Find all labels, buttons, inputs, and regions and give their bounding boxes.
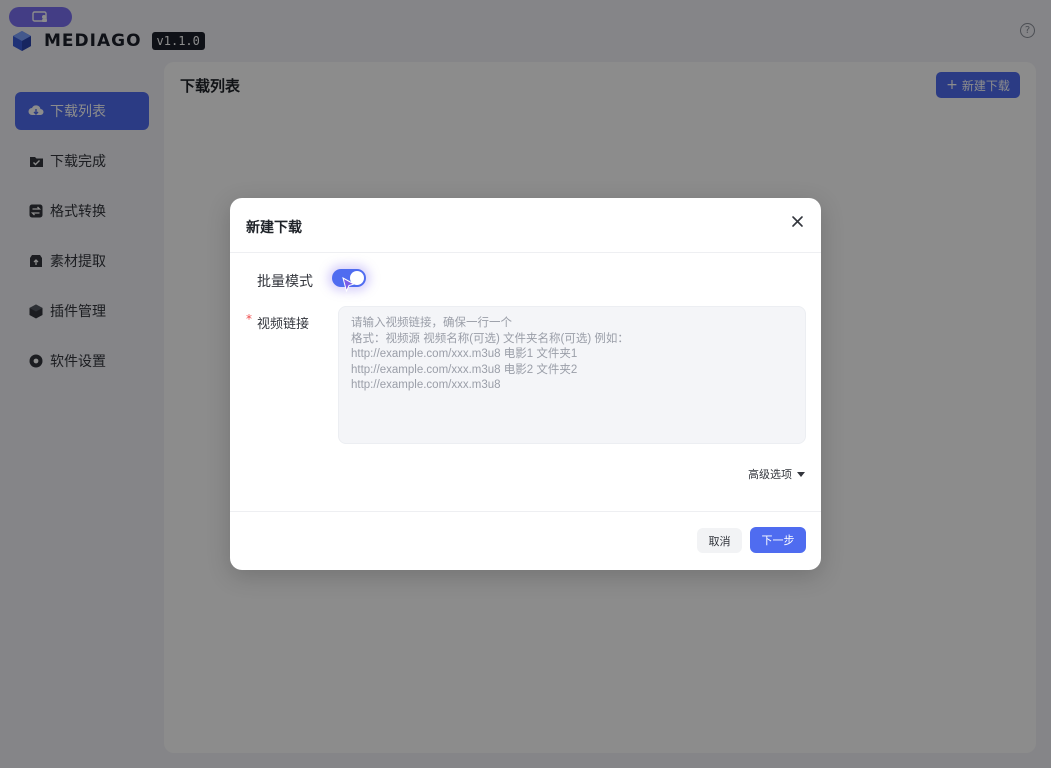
required-mark: * (246, 312, 252, 326)
video-link-label: 视频链接 (257, 317, 310, 332)
close-icon[interactable] (791, 215, 804, 228)
dialog-title: 新建下载 (246, 220, 302, 236)
advanced-options-label: 高级选项 (748, 468, 792, 481)
video-link-textarea[interactable] (338, 306, 806, 444)
advanced-options-toggle[interactable]: 高级选项 (748, 466, 805, 482)
new-download-dialog: 新建下载 批量模式 * 视频链接 高级选项 取消 下一步 (230, 198, 821, 570)
next-step-button[interactable]: 下一步 (750, 527, 806, 553)
caret-down-icon (797, 471, 805, 477)
dialog-footer-divider (230, 511, 821, 512)
mouse-pointer-icon (342, 277, 356, 293)
cancel-button[interactable]: 取消 (697, 528, 742, 553)
dialog-header-divider (230, 252, 821, 253)
batch-mode-label: 批量模式 (257, 274, 313, 290)
